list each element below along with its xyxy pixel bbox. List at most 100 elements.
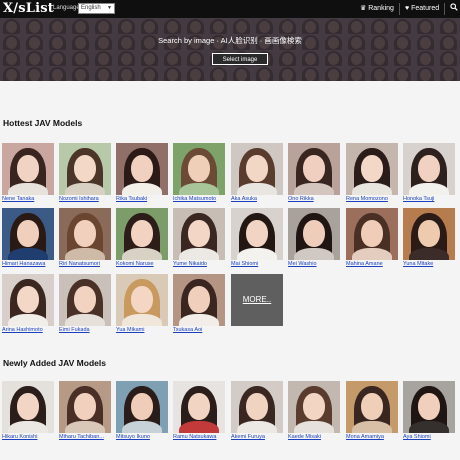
model-photo[interactable] xyxy=(346,381,398,433)
model-photo[interactable] xyxy=(346,208,398,260)
model-name-link[interactable]: Rena Momozono xyxy=(346,196,400,203)
model-photo[interactable] xyxy=(173,274,225,326)
model-name-link[interactable]: Mei Washio xyxy=(288,261,342,268)
model-card[interactable]: Mona Amamiya xyxy=(346,381,398,446)
model-name-link[interactable]: Hikaru Konishi xyxy=(2,434,56,441)
model-photo[interactable] xyxy=(288,143,340,195)
model-name-link[interactable]: Nene Tanaka xyxy=(2,196,56,203)
model-photo[interactable] xyxy=(116,143,168,195)
section-title-hottest: Hottest JAV Models xyxy=(3,118,83,128)
model-name-link[interactable]: Mahina Amane xyxy=(346,261,400,268)
model-photo[interactable] xyxy=(231,381,283,433)
model-photo[interactable] xyxy=(173,381,225,433)
model-card[interactable]: Eimi Fukada xyxy=(59,274,111,339)
model-card[interactable]: Arina Hashimoto xyxy=(2,274,54,339)
model-card[interactable]: Aka Asuka xyxy=(231,143,283,208)
model-card[interactable]: Himari Hanazawa xyxy=(2,208,54,273)
model-name-link[interactable]: Ichika Matsumoto xyxy=(173,196,227,203)
model-card[interactable]: Ono Rikka xyxy=(288,143,340,208)
model-photo[interactable] xyxy=(288,208,340,260)
model-photo[interactable] xyxy=(288,381,340,433)
model-name-link[interactable]: Mitsuyo Ikuno xyxy=(116,434,170,441)
model-name-link[interactable]: Kokomi Naruse xyxy=(116,261,170,268)
language-select-value: English xyxy=(81,5,101,11)
model-name-link[interactable]: Akemi Furuya xyxy=(231,434,285,441)
model-card[interactable]: Tsukasa Aoi xyxy=(173,274,225,339)
model-photo[interactable] xyxy=(59,274,111,326)
model-card[interactable]: Rena Momozono xyxy=(346,143,398,208)
model-name-link[interactable]: Nozomi Ishihara xyxy=(59,196,113,203)
banner-title: Search by image · AI人脸识别 · 画画像検索 xyxy=(158,36,302,45)
crown-icon: ♛ xyxy=(360,5,367,12)
model-name-link[interactable]: Himari Hanazawa xyxy=(2,261,56,268)
model-photo[interactable] xyxy=(2,274,54,326)
model-name-link[interactable]: Mona Amamiya xyxy=(346,434,400,441)
model-photo[interactable] xyxy=(346,143,398,195)
model-card[interactable]: Honoka Tsuji xyxy=(403,143,455,208)
model-photo[interactable] xyxy=(2,381,54,433)
model-card[interactable]: Nozomi Ishihara xyxy=(59,143,111,208)
model-card[interactable]: Riri Nanatsumori xyxy=(59,208,111,273)
model-name-link[interactable]: Yume Nikaido xyxy=(173,261,227,268)
section-title-newly-added: Newly Added JAV Models xyxy=(3,358,106,368)
language-select[interactable]: English ▼ xyxy=(78,3,115,14)
model-card[interactable]: Yuna Mitake xyxy=(403,208,455,273)
model-photo[interactable] xyxy=(59,381,111,433)
model-card[interactable]: Yua Mikami xyxy=(116,274,168,339)
model-name-link[interactable]: Ono Rikka xyxy=(288,196,342,203)
select-image-button[interactable]: Select image xyxy=(212,53,268,65)
model-photo[interactable] xyxy=(59,208,111,260)
model-card[interactable]: Akemi Furuya xyxy=(231,381,283,446)
model-card[interactable]: Nene Tanaka xyxy=(2,143,54,208)
model-photo[interactable] xyxy=(116,208,168,260)
model-name-link[interactable]: Miharu Tachiban... xyxy=(59,434,113,441)
nav-ranking[interactable]: ♛ Ranking xyxy=(360,3,394,15)
chevron-down-icon: ▼ xyxy=(107,5,112,11)
model-card[interactable]: Mahina Amane xyxy=(346,208,398,273)
model-card[interactable]: Hikaru Konishi xyxy=(2,381,54,446)
model-card[interactable]: Mai Shiomi xyxy=(231,208,283,273)
model-photo[interactable] xyxy=(2,143,54,195)
model-card[interactable]: Mitsuyo Ikuno xyxy=(116,381,168,446)
model-name-link[interactable]: Aka Asuka xyxy=(231,196,285,203)
model-photo[interactable] xyxy=(173,208,225,260)
heart-icon: ♥ xyxy=(405,5,410,12)
top-navigation-bar: X/sList Language: English ▼ ♛ Ranking ♥ … xyxy=(0,0,460,18)
model-card[interactable]: Kokomi Naruse xyxy=(116,208,168,273)
model-name-link[interactable]: Yua Mikami xyxy=(116,327,170,334)
model-name-link[interactable]: Rika Tsubaki xyxy=(116,196,170,203)
model-name-link[interactable]: Tsukasa Aoi xyxy=(173,327,227,334)
search-icon[interactable] xyxy=(450,3,458,15)
model-card[interactable]: Mei Washio xyxy=(288,208,340,273)
model-card[interactable]: Rika Tsubaki xyxy=(116,143,168,208)
more-models-button[interactable]: MORE.. xyxy=(231,274,283,326)
model-photo[interactable] xyxy=(173,143,225,195)
model-photo[interactable] xyxy=(59,143,111,195)
nav-divider xyxy=(399,3,400,15)
nav-featured[interactable]: ♥ Featured xyxy=(405,3,439,15)
model-photo[interactable] xyxy=(403,208,455,260)
model-name-link[interactable]: Riri Nanatsumori xyxy=(59,261,113,268)
model-photo[interactable] xyxy=(403,143,455,195)
model-card[interactable]: Kaede Misaki xyxy=(288,381,340,446)
site-logo[interactable]: X/sList xyxy=(3,1,54,16)
model-card[interactable]: Ichika Matsumoto xyxy=(173,143,225,208)
model-card[interactable]: Yume Nikaido xyxy=(173,208,225,273)
model-card[interactable]: Miharu Tachiban... xyxy=(59,381,111,446)
model-photo[interactable] xyxy=(116,381,168,433)
model-name-link[interactable]: Eimi Fukada xyxy=(59,327,113,334)
model-name-link[interactable]: Mai Shiomi xyxy=(231,261,285,268)
model-photo[interactable] xyxy=(116,274,168,326)
model-card[interactable]: Aya Shiomi xyxy=(403,381,455,446)
model-name-link[interactable]: Arina Hashimoto xyxy=(2,327,56,334)
model-photo[interactable] xyxy=(231,143,283,195)
model-name-link[interactable]: Yuna Mitake xyxy=(403,261,457,268)
model-photo[interactable] xyxy=(231,208,283,260)
model-name-link[interactable]: Ramu Natsukawa xyxy=(173,434,227,441)
model-photo[interactable] xyxy=(2,208,54,260)
model-card[interactable]: Ramu Natsukawa xyxy=(173,381,225,446)
model-photo[interactable] xyxy=(403,381,455,433)
model-name-link[interactable]: Honoka Tsuji xyxy=(403,196,457,203)
model-name-link[interactable]: Aya Shiomi xyxy=(403,434,457,441)
model-name-link[interactable]: Kaede Misaki xyxy=(288,434,342,441)
